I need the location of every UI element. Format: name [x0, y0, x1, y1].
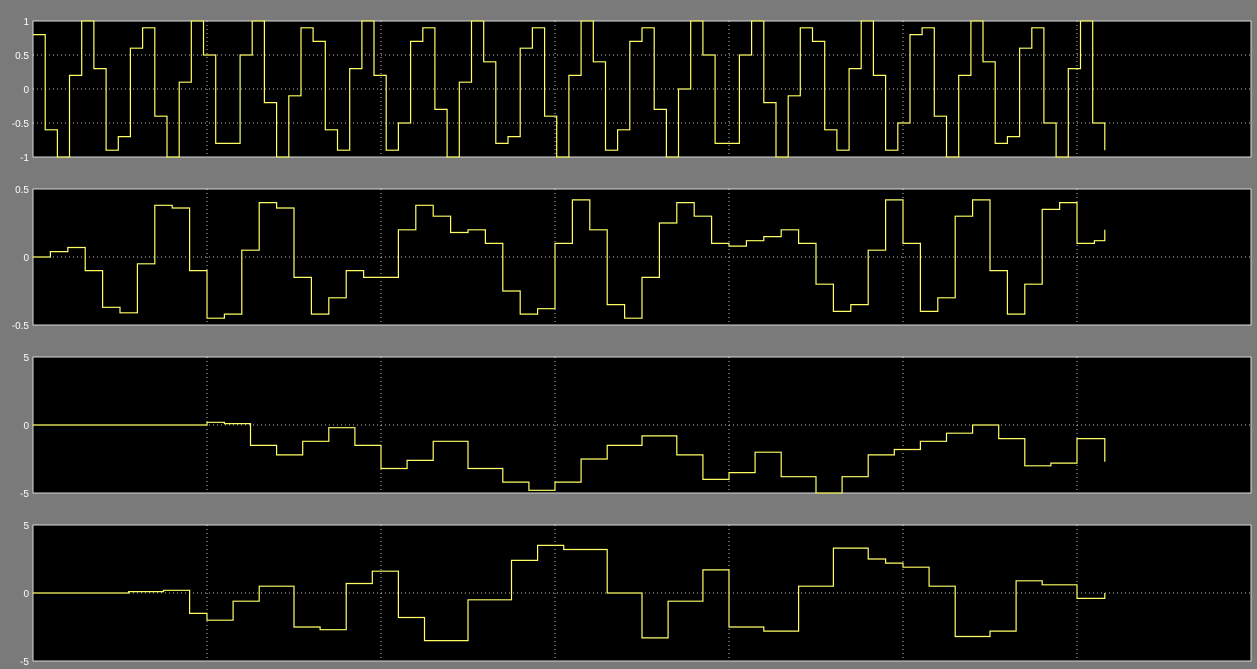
y-tick-label: 0.5: [15, 51, 29, 62]
scope-axes-4: 5 0 -5: [20, 521, 1252, 668]
y-tick-label: 5: [23, 521, 29, 532]
y-tick-label: 0: [23, 589, 29, 600]
y-tick-label: -1: [20, 153, 29, 164]
y-tick-label: 0: [23, 85, 29, 96]
scope-plot: 1 0.5 0 -0.5 -1 0.5 0 -0.5 5 0 -5 5 0 -5: [0, 0, 1257, 669]
scope-axes-1: 1 0.5 0 -0.5 -1: [12, 17, 1252, 164]
y-tick-label: 0.5: [15, 185, 29, 196]
y-tick-label: 0: [23, 421, 29, 432]
y-tick-label: 1: [23, 17, 29, 28]
scope-axes-3: 5 0 -5: [20, 353, 1252, 500]
y-tick-label: 5: [23, 353, 29, 364]
scope-axes-2: 0.5 0 -0.5: [12, 185, 1252, 332]
y-tick-label: -0.5: [12, 119, 30, 130]
y-tick-label: -5: [20, 657, 29, 668]
y-tick-label: 0: [23, 253, 29, 264]
y-tick-label: -0.5: [12, 321, 30, 332]
y-tick-label: -5: [20, 489, 29, 500]
